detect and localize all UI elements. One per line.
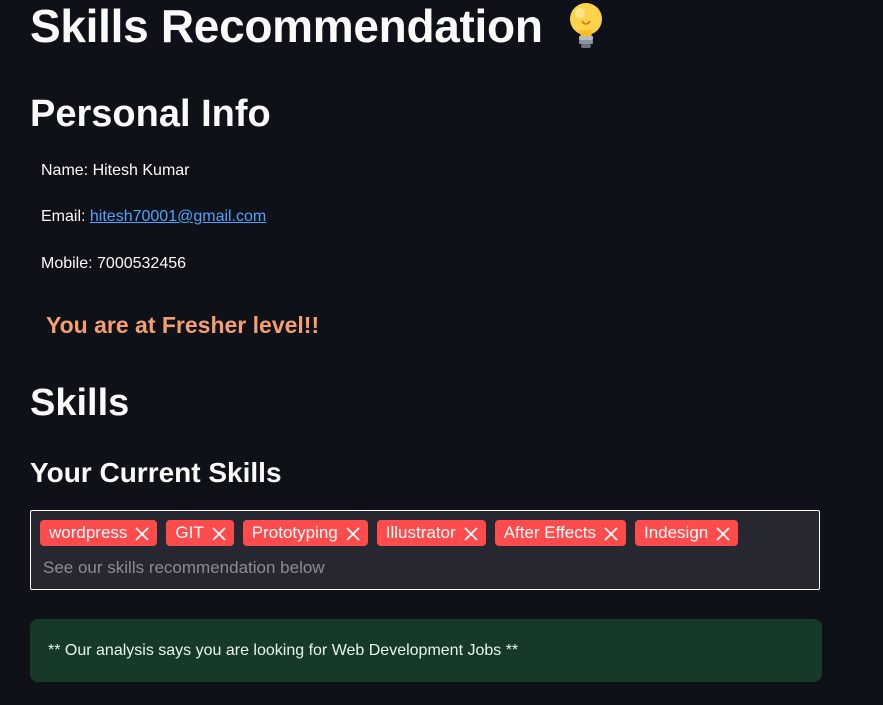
close-icon[interactable] — [604, 526, 618, 541]
skill-tags: wordpress GIT Prototyping Illustrator Af… — [40, 520, 739, 546]
close-icon[interactable] — [212, 526, 226, 541]
level-message: You are at Fresher level!! — [46, 312, 320, 338]
close-icon[interactable] — [464, 526, 478, 541]
page-title-text: Skills Recommendation — [30, 0, 543, 52]
skills-placeholder[interactable]: See our skills recommendation below — [43, 558, 325, 578]
name-text: Name: Hitesh Kumar — [41, 162, 190, 179]
page-title: Skills Recommendation — [30, 0, 607, 54]
skill-tag[interactable]: GIT — [166, 520, 234, 546]
close-icon[interactable] — [716, 526, 730, 541]
mobile-text: Mobile: 7000532456 — [41, 255, 187, 272]
email-link[interactable]: hitesh70001@gmail.com — [90, 208, 266, 225]
email-label: Email: — [41, 208, 90, 225]
skill-tag[interactable]: Indesign — [634, 520, 739, 546]
skill-tag-label: Illustrator — [385, 523, 456, 542]
current-skills-heading: Your Current Skills — [30, 457, 282, 488]
skill-tag-label: After Effects — [503, 523, 596, 542]
skill-tag[interactable]: wordpress — [40, 520, 158, 546]
lightbulb-icon — [565, 1, 607, 51]
skill-tag-label: GIT — [175, 523, 204, 542]
skill-tag-label: wordpress — [49, 523, 128, 542]
skills-heading: Skills — [30, 382, 130, 424]
close-icon[interactable] — [135, 526, 149, 541]
analysis-success-box: ** Our analysis says you are looking for… — [30, 619, 822, 682]
skill-tag-label: Prototyping — [251, 523, 338, 542]
analysis-text: ** Our analysis says you are looking for… — [48, 641, 519, 659]
skill-tag[interactable]: After Effects — [494, 520, 626, 546]
skills-multiselect[interactable]: wordpress GIT Prototyping Illustrator Af… — [30, 510, 820, 590]
skill-tag-label: Indesign — [643, 523, 709, 542]
close-icon[interactable] — [346, 526, 360, 541]
personal-info-heading: Personal Info — [30, 93, 271, 135]
email-row: Email: hitesh70001@gmail.com — [41, 207, 266, 227]
skill-tag[interactable]: Illustrator — [376, 520, 486, 546]
skill-tag[interactable]: Prototyping — [242, 520, 368, 546]
app-main: Skills Recommendation Personal Info Name… — [0, 0, 883, 705]
